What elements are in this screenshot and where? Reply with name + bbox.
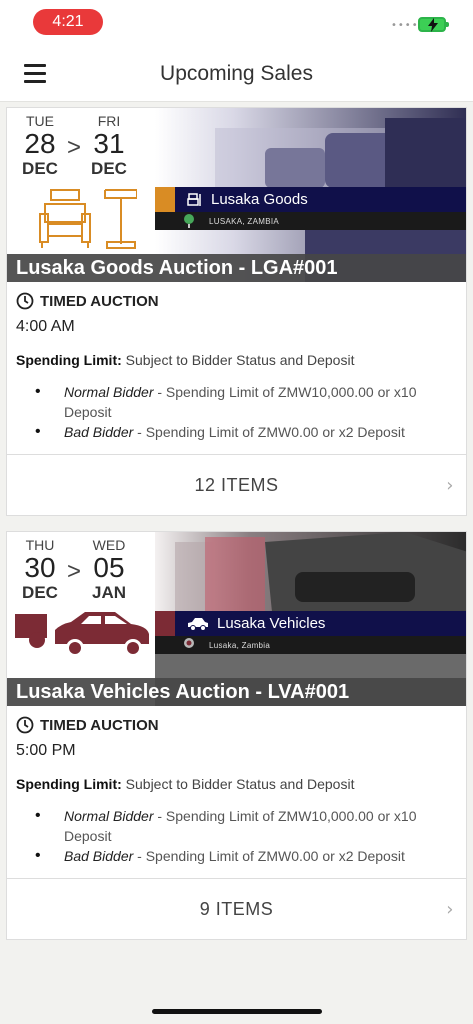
end-month: DEC <box>91 159 127 178</box>
auction-type: TIMED AUCTION <box>16 290 457 312</box>
auction-type: TIMED AUCTION <box>16 714 457 736</box>
tag-header: Lusaka Vehicles <box>155 611 466 636</box>
auction-details: TIMED AUCTION 5:00 PM Spending Limit: Su… <box>7 706 466 867</box>
nav-bar: Upcoming Sales <box>0 44 473 102</box>
spending-limit-label: Spending Limit: <box>16 352 122 368</box>
bidder-limit: - Spending Limit of ZMW0.00 or x2 Deposi… <box>137 848 405 864</box>
status-time: 4:21 <box>33 9 103 35</box>
category-tag: Lusaka Goods LUSAKA, ZAMBIA <box>155 187 466 230</box>
location-pin-icon <box>184 214 194 228</box>
tag-location-bar: LUSAKA, ZAMBIA <box>155 212 466 230</box>
end-date: WED 05 JAN <box>89 537 129 603</box>
start-day: 28 <box>24 128 56 159</box>
bidder-name: Bad Bidder <box>64 848 134 864</box>
furniture-icon <box>39 189 137 249</box>
tag-header: Lusaka Goods <box>155 187 466 212</box>
end-month: JAN <box>91 583 126 602</box>
start-date: THU 30 DEC <box>21 537 59 603</box>
bidder-name: Normal Bidder <box>64 808 154 824</box>
car-icon <box>188 617 208 631</box>
tag-location: Lusaka, Zambia <box>209 640 271 650</box>
bidder-list: Normal Bidder - Spending Limit of ZMW10,… <box>16 382 457 442</box>
auction-details: TIMED AUCTION 4:00 AM Spending Limit: Su… <box>7 282 466 443</box>
location-pin-icon <box>184 638 194 648</box>
date-separator: > <box>67 134 82 161</box>
chevron-right-icon: › <box>446 899 454 920</box>
start-month: DEC <box>22 159 58 178</box>
items-button[interactable]: 9 ITEMS › <box>7 878 466 939</box>
battery-icon <box>418 17 449 32</box>
list-item: Bad Bidder - Spending Limit of ZMW0.00 o… <box>32 422 452 442</box>
bidder-limit: - Spending Limit of ZMW0.00 or x2 Deposi… <box>137 424 405 440</box>
auction-type-label: TIMED AUCTION <box>40 716 159 734</box>
end-day-of-week: WED <box>92 537 126 553</box>
start-time: 5:00 PM <box>16 742 76 759</box>
start-month: DEC <box>22 583 58 602</box>
bidder-list: Normal Bidder - Spending Limit of ZMW10,… <box>16 806 457 866</box>
tag-location: LUSAKA, ZAMBIA <box>209 216 279 226</box>
spending-limit: Spending Limit: Subject to Bidder Status… <box>16 352 457 368</box>
list-item: Normal Bidder - Spending Limit of ZMW10,… <box>32 806 452 846</box>
page-title: Upcoming Sales <box>160 62 313 85</box>
chevron-right-icon: › <box>446 475 454 496</box>
tag-location-bar: Lusaka, Zambia <box>155 636 466 654</box>
list-item: Normal Bidder - Spending Limit of ZMW10,… <box>32 382 452 422</box>
spending-limit-text: Subject to Bidder Status and Deposit <box>125 776 355 792</box>
spending-limit: Spending Limit: Subject to Bidder Status… <box>16 776 457 792</box>
auction-title[interactable]: Lusaka Goods Auction - LGA#001 <box>7 254 466 282</box>
auction-banner[interactable]: THU 30 DEC > WED 05 JAN Lusaka Vehicles … <box>7 532 466 706</box>
auction-title[interactable]: Lusaka Vehicles Auction - LVA#001 <box>7 678 466 706</box>
auction-card[interactable]: TUE 28 DEC > FRI 31 DEC Lusaka Goods LUS… <box>6 107 467 516</box>
auction-type-label: TIMED AUCTION <box>40 292 159 310</box>
tag-accent <box>155 611 175 636</box>
end-day: 31 <box>93 128 125 159</box>
spending-limit-label: Spending Limit: <box>16 776 122 792</box>
clock-icon <box>16 292 34 310</box>
start-day-of-week: TUE <box>26 113 54 129</box>
status-bar: 4:21 •••• <box>0 0 473 44</box>
list-item: Bad Bidder - Spending Limit of ZMW0.00 o… <box>32 846 452 866</box>
start-date: TUE 28 DEC <box>21 113 59 179</box>
end-day-of-week: FRI <box>97 113 121 129</box>
bidder-name: Normal Bidder <box>64 384 154 400</box>
bidder-name: Bad Bidder <box>64 424 134 440</box>
auction-banner[interactable]: TUE 28 DEC > FRI 31 DEC Lusaka Goods LUS… <box>7 108 466 282</box>
vehicle-icon <box>15 612 149 657</box>
spending-limit-text: Subject to Bidder Status and Deposit <box>125 352 355 368</box>
items-count: 12 ITEMS <box>194 475 279 495</box>
date-separator: > <box>67 558 82 585</box>
items-button[interactable]: 12 ITEMS › <box>7 454 466 515</box>
end-day: 05 <box>93 552 125 583</box>
start-day: 30 <box>24 552 56 583</box>
tag-title: Lusaka Vehicles <box>217 615 326 632</box>
category-tag: Lusaka Vehicles Lusaka, Zambia <box>155 611 466 654</box>
start-day-of-week: THU <box>25 537 55 553</box>
items-count: 9 ITEMS <box>199 899 274 919</box>
furniture-icon <box>187 192 201 206</box>
clock-icon <box>16 716 34 734</box>
end-date: FRI 31 DEC <box>91 113 127 179</box>
home-indicator[interactable] <box>152 1009 322 1014</box>
auction-card[interactable]: THU 30 DEC > WED 05 JAN Lusaka Vehicles … <box>6 531 467 940</box>
signal-icon: •••• <box>391 20 419 31</box>
tag-title: Lusaka Goods <box>211 191 308 208</box>
tag-accent <box>155 187 175 212</box>
start-time: 4:00 AM <box>16 318 75 335</box>
